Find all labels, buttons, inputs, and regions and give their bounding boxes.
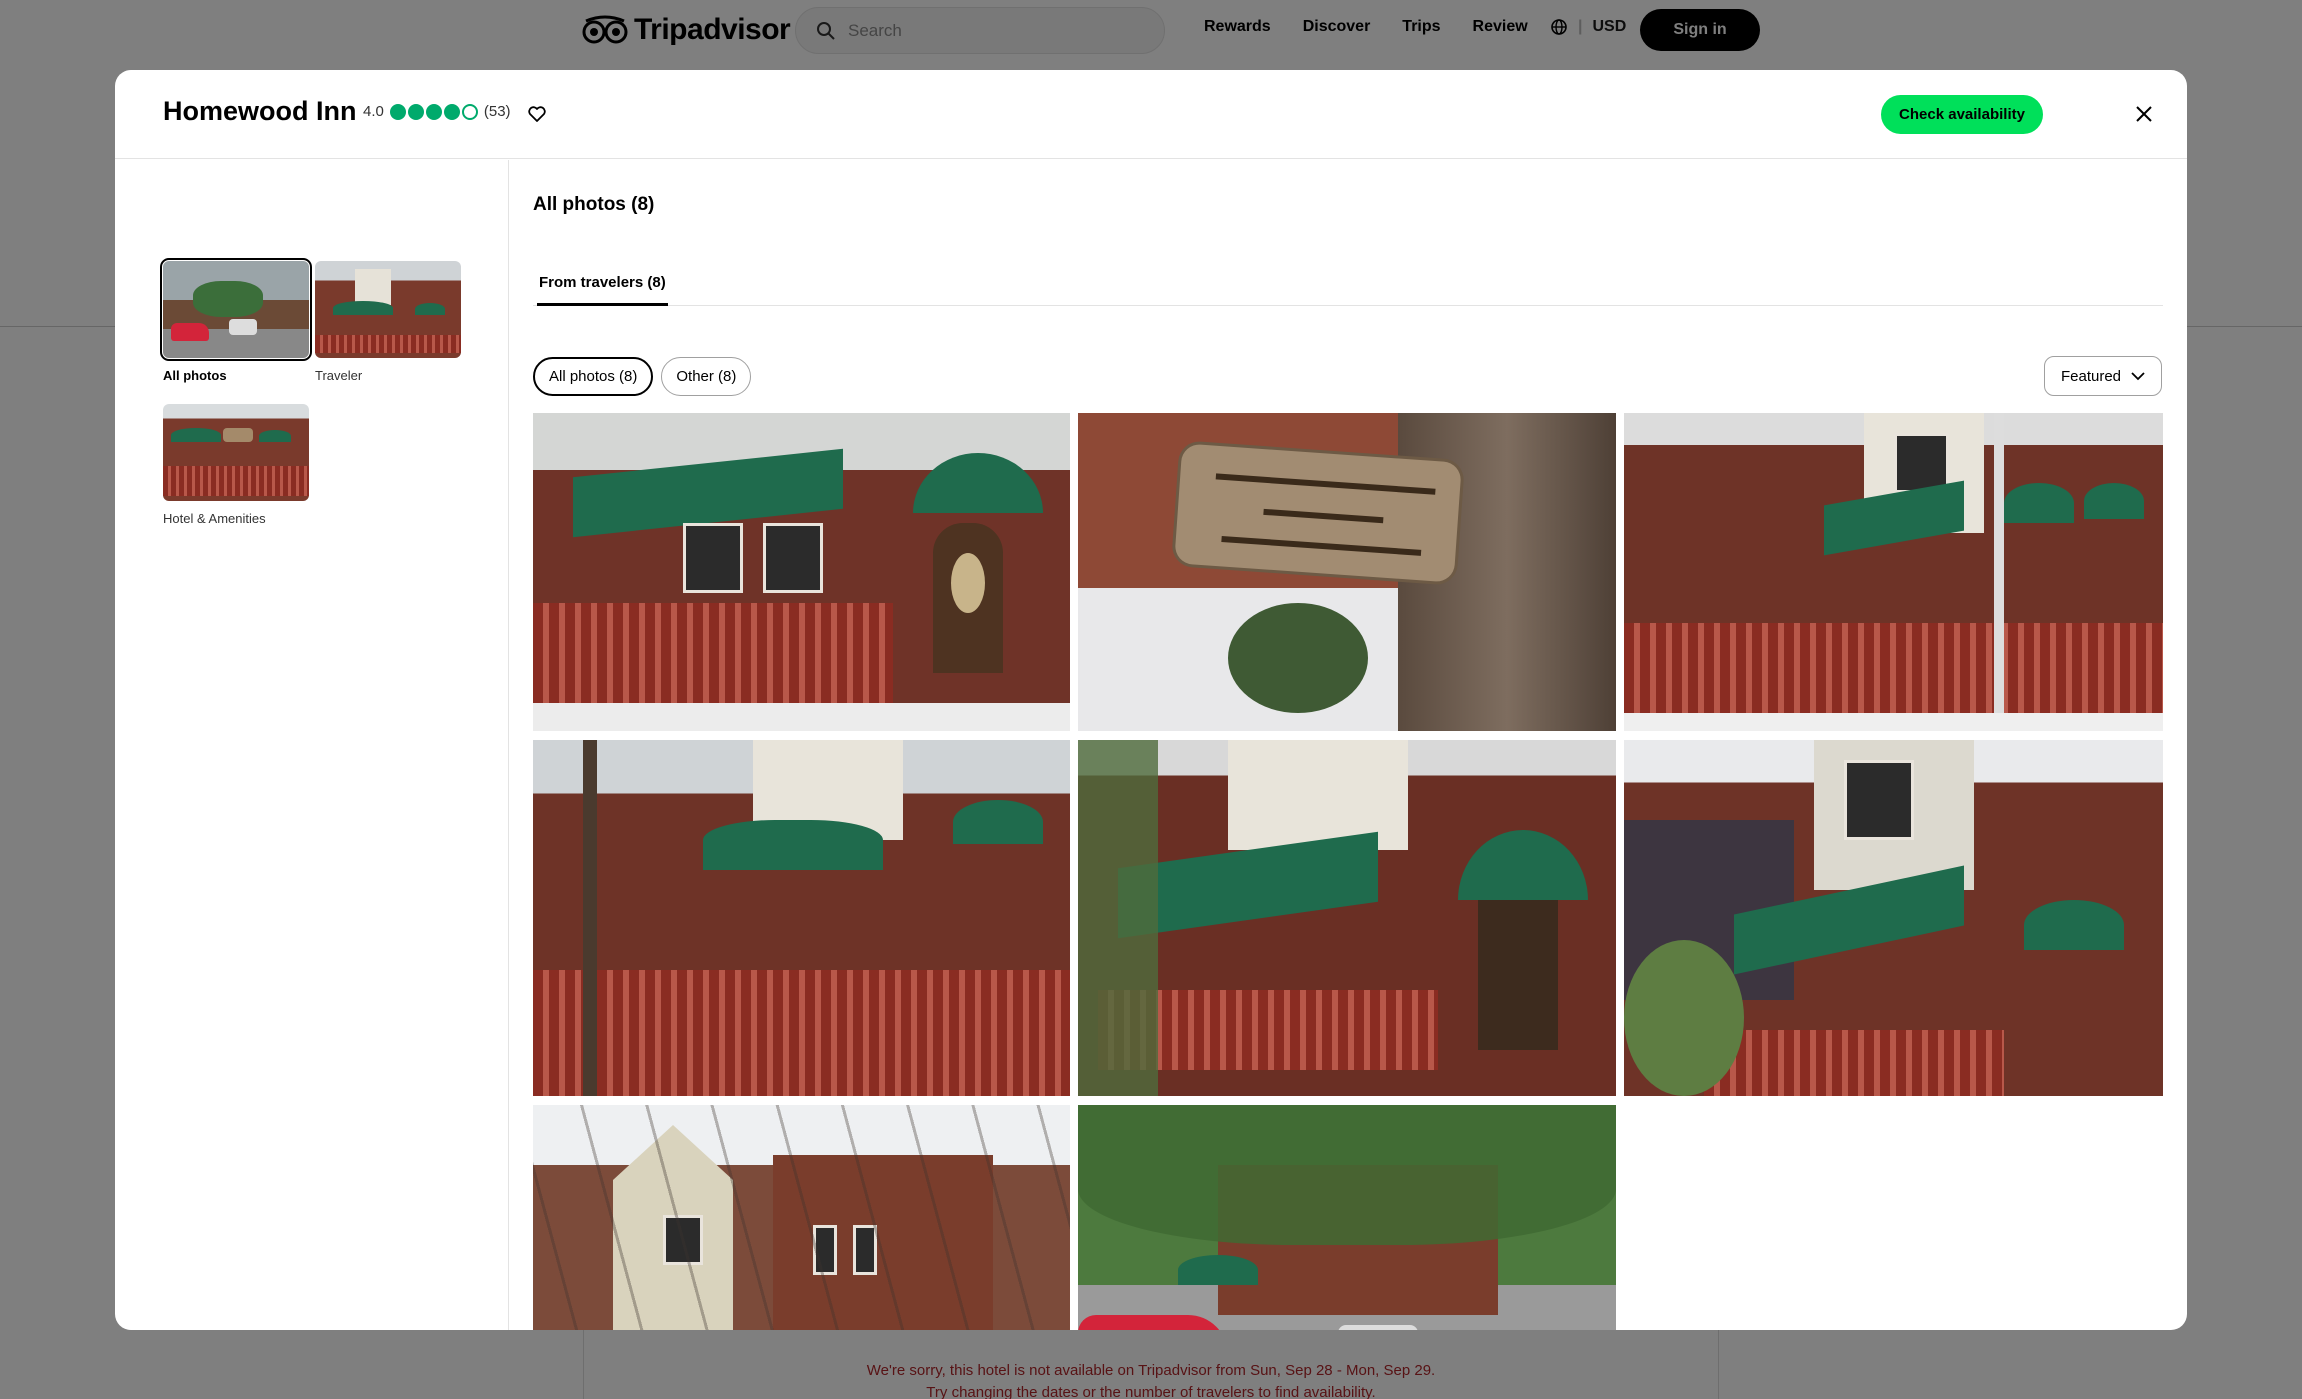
photo-scene: [533, 1105, 1070, 1330]
photo-scene: [533, 413, 1070, 731]
filter-all-photos[interactable]: All photos (8): [533, 357, 654, 396]
hotel-name: Homewood Inn: [163, 96, 357, 126]
photo-homewood-inn-sign[interactable]: [1078, 413, 1616, 731]
photo-tabs: From travelers (8): [533, 268, 2163, 306]
tab-from-travelers[interactable]: From travelers (8): [537, 268, 668, 306]
photo-filters: All photos (8) Other (8): [533, 357, 752, 396]
photo-awning-entrance[interactable]: [1078, 740, 1616, 1096]
rating-bubble-empty-icon: [461, 103, 478, 120]
photo-summer-street-red-car[interactable]: [1078, 1105, 1616, 1330]
check-availability-button[interactable]: Check availability: [1881, 95, 2043, 134]
rating-bubble-filled-icon: [389, 103, 406, 120]
photo-porch-front[interactable]: [533, 413, 1070, 731]
photo-scene: [1624, 740, 2163, 1096]
close-icon: [2136, 106, 2152, 122]
close-button[interactable]: [2127, 97, 2161, 131]
rating-summary[interactable]: 4.0 (53): [363, 103, 511, 120]
chevron-down-icon: [2131, 371, 2145, 380]
photo-gallery-modal: Homewood Inn 4.0 (53) Check availability: [115, 70, 2187, 1330]
rating-bubble-filled-icon: [425, 103, 442, 120]
photo-scene: [1078, 413, 1616, 731]
heart-icon: [528, 106, 546, 122]
rating-bubble-filled-icon: [407, 103, 424, 120]
photo-winter-victorian-house[interactable]: [533, 1105, 1070, 1330]
filter-other[interactable]: Other (8): [661, 357, 752, 396]
review-count: (53): [483, 103, 511, 120]
album-thumbnail: [160, 258, 312, 361]
rating-bubbles: [389, 103, 478, 120]
album-all-photos[interactable]: All photos: [160, 258, 312, 383]
photo-scene: [1078, 740, 1616, 1096]
rating-bubble-filled-icon: [443, 103, 460, 120]
album-traveler[interactable]: Traveler: [315, 261, 461, 383]
photo-main-panel: All photos (8) From travelers (8) All ph…: [509, 160, 2187, 1330]
sort-dropdown[interactable]: Featured: [2044, 356, 2162, 396]
rating-value: 4.0: [363, 103, 384, 120]
album-hotel-amenities[interactable]: Hotel & Amenities: [163, 404, 309, 526]
photo-scene: [1078, 1105, 1616, 1330]
carved-sign-lettering-icon: [1215, 473, 1436, 556]
album-sidebar: All photos Traveler Hotel & Amenities: [115, 160, 509, 1330]
sort-label: Featured: [2060, 367, 2122, 385]
modal-header: Homewood Inn 4.0 (53) Check availability: [115, 70, 2187, 159]
photo-fence-side-view[interactable]: [1624, 413, 2163, 731]
photo-scene: [533, 740, 1070, 1096]
album-thumbnail: [315, 261, 461, 358]
photo-winter-fence-walk[interactable]: [533, 740, 1070, 1096]
album-label: Hotel & Amenities: [163, 511, 266, 526]
section-title: All photos (8): [533, 194, 655, 215]
album-label: Traveler: [315, 368, 363, 383]
photo-angled-facade[interactable]: [1624, 740, 2163, 1096]
photo-scene: [1624, 413, 2163, 731]
sign-graphic: [1200, 465, 1446, 579]
save-heart-button[interactable]: [523, 100, 551, 128]
album-thumbnail: [163, 404, 309, 501]
album-label: All photos: [163, 368, 227, 383]
